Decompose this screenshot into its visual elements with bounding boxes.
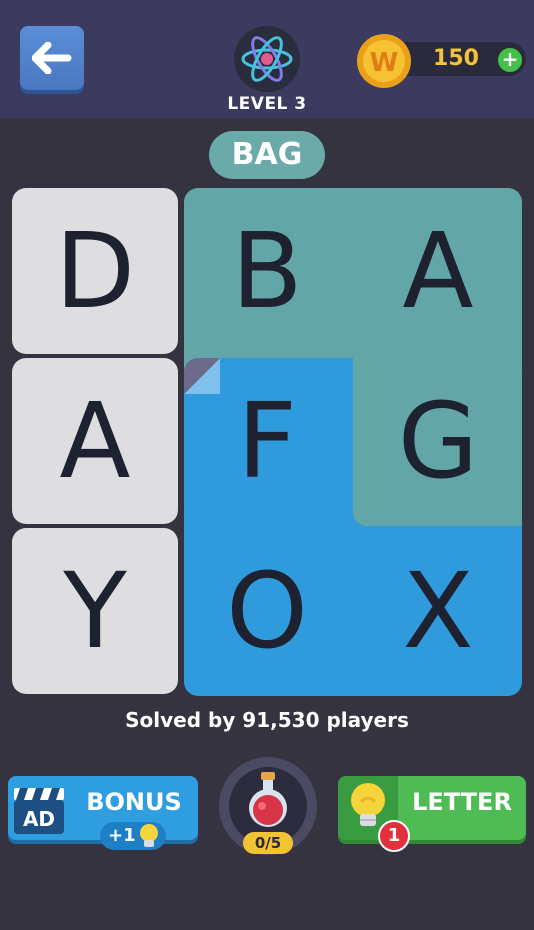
letter-tile[interactable]: F bbox=[184, 358, 350, 524]
letter-tile[interactable]: A bbox=[12, 358, 178, 524]
bonus-reward-text: +1 bbox=[108, 825, 136, 846]
solved-count-text: Solved by 91,530 players bbox=[125, 708, 409, 732]
letter-tile[interactable]: A bbox=[355, 188, 521, 354]
letter-hint-count-badge: 1 bbox=[378, 820, 410, 852]
potion-count: 0/5 bbox=[243, 832, 293, 854]
ad-label: AD bbox=[23, 807, 55, 831]
game-screen: LEVEL 3 W 150 + BAG D B A A F G Y O X So… bbox=[0, 0, 534, 930]
letter-tile[interactable]: D bbox=[12, 188, 178, 354]
ad-clapper-icon: AD bbox=[10, 780, 68, 838]
letter-tile[interactable]: X bbox=[355, 528, 521, 694]
lightbulb-icon bbox=[140, 824, 158, 847]
bonus-label: BONUS bbox=[86, 788, 182, 816]
letter-tile[interactable]: Y bbox=[12, 528, 178, 694]
letter-tile[interactable]: G bbox=[355, 358, 521, 524]
letter-tile[interactable]: B bbox=[184, 188, 350, 354]
letter-tile[interactable]: O bbox=[184, 528, 350, 694]
letter-hint-label: LETTER bbox=[412, 788, 512, 816]
potion-flask-icon bbox=[249, 772, 287, 827]
